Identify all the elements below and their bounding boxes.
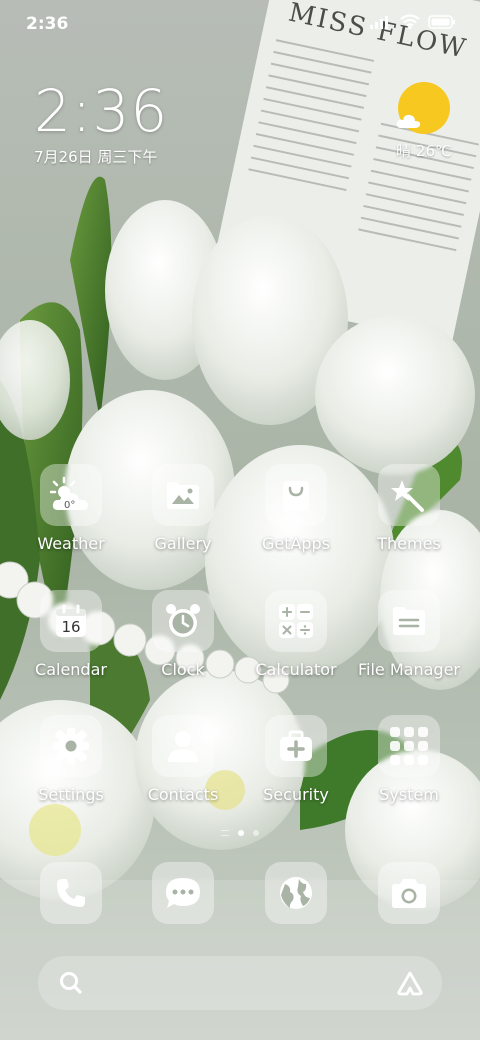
security-icon bbox=[265, 715, 327, 777]
app-system-folder[interactable]: System bbox=[354, 715, 464, 804]
folder-icon bbox=[378, 590, 440, 652]
clock-widget[interactable]: 2:36 7月26日 周三下午 bbox=[34, 80, 168, 167]
weather-condition-temp: 晴 26℃ bbox=[396, 142, 452, 160]
app-label: GetApps bbox=[261, 534, 331, 553]
browser-icon bbox=[265, 862, 327, 924]
signal-icon bbox=[370, 14, 392, 33]
app-label: Weather bbox=[37, 534, 105, 553]
dock-messages[interactable] bbox=[128, 862, 238, 924]
app-label: Themes bbox=[377, 534, 441, 553]
app-getapps[interactable]: GetApps bbox=[241, 464, 351, 553]
app-label: File Manager bbox=[358, 660, 460, 679]
page-indicator[interactable] bbox=[0, 830, 480, 836]
page-dot-active bbox=[238, 830, 244, 836]
status-bar: 2:36 bbox=[0, 0, 480, 50]
shopping-bag-icon bbox=[265, 464, 327, 526]
status-icons bbox=[370, 14, 456, 33]
app-label: Security bbox=[263, 785, 329, 804]
weather-widget[interactable]: 晴 26℃ bbox=[384, 82, 464, 161]
dock-camera[interactable] bbox=[354, 862, 464, 924]
page-dot bbox=[253, 830, 259, 836]
app-security[interactable]: Security bbox=[241, 715, 351, 804]
app-themes[interactable]: Themes bbox=[354, 464, 464, 553]
search-icon[interactable] bbox=[58, 970, 84, 1000]
person-icon bbox=[152, 715, 214, 777]
app-label: Contacts bbox=[147, 785, 219, 804]
app-contacts[interactable]: Contacts bbox=[128, 715, 238, 804]
assistant-icon[interactable] bbox=[396, 970, 424, 1000]
messages-icon bbox=[152, 862, 214, 924]
app-label: Calendar bbox=[35, 660, 107, 679]
app-label: Clock bbox=[161, 660, 205, 679]
wifi-icon bbox=[400, 14, 420, 33]
weather-icon-temp: 0° bbox=[64, 500, 75, 511]
battery-icon bbox=[428, 14, 456, 33]
themes-icon bbox=[378, 464, 440, 526]
dock-browser[interactable] bbox=[241, 862, 351, 924]
app-calculator[interactable]: Calculator bbox=[241, 590, 351, 679]
gear-icon bbox=[40, 715, 102, 777]
app-label: Calculator bbox=[255, 660, 337, 679]
app-label: System bbox=[379, 785, 439, 804]
app-label: Gallery bbox=[154, 534, 212, 553]
app-calendar[interactable]: 16 Calendar bbox=[16, 590, 126, 679]
search-bar[interactable] bbox=[38, 956, 442, 1010]
app-file-manager[interactable]: File Manager bbox=[354, 590, 464, 679]
app-gallery[interactable]: Gallery bbox=[128, 464, 238, 553]
app-folder-icon bbox=[378, 715, 440, 777]
app-label: Settings bbox=[38, 785, 104, 804]
weather-icon: 0° bbox=[40, 464, 102, 526]
widget-date: 7月26日 周三下午 bbox=[34, 148, 158, 166]
calendar-icon: 16 bbox=[40, 590, 102, 652]
widget-time: 2:36 bbox=[34, 77, 169, 145]
calculator-icon bbox=[265, 590, 327, 652]
app-weather[interactable]: 0° Weather bbox=[16, 464, 126, 553]
status-time: 2:36 bbox=[26, 14, 69, 34]
sunny-icon bbox=[396, 82, 450, 134]
phone-icon bbox=[40, 862, 102, 924]
app-settings[interactable]: Settings bbox=[16, 715, 126, 804]
calendar-icon-day: 16 bbox=[61, 618, 80, 636]
camera-icon bbox=[378, 862, 440, 924]
app-clock[interactable]: Clock bbox=[128, 590, 238, 679]
gallery-icon bbox=[152, 464, 214, 526]
dock-phone[interactable] bbox=[16, 862, 126, 924]
page-indicator-feed bbox=[221, 830, 229, 836]
alarm-clock-icon bbox=[152, 590, 214, 652]
